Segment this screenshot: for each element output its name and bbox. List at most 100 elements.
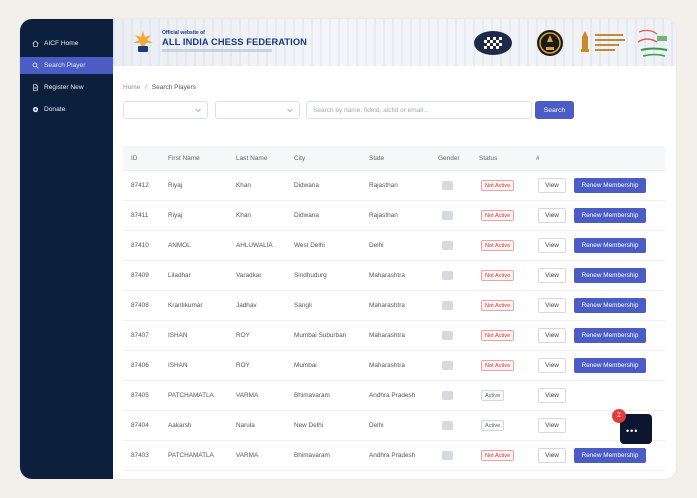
last-name-cell: AHLUWALIA xyxy=(236,242,273,249)
state-cell: Rajasthan xyxy=(369,182,398,189)
filter-select-2[interactable] xyxy=(215,101,300,119)
player-id-cell: 87410 xyxy=(131,242,149,249)
gender-badge xyxy=(442,211,453,220)
chevron-down-icon xyxy=(287,108,293,113)
state-cell: Andhra Pradesh xyxy=(369,452,416,459)
player-id-cell: 87411 xyxy=(131,212,149,219)
search-input[interactable] xyxy=(306,101,532,119)
status-badge: Active xyxy=(481,390,505,401)
sidebar-item-search-player[interactable]: Search Player xyxy=(20,57,113,74)
first-name-cell: PATCHAMATLA xyxy=(168,392,214,399)
gender-badge xyxy=(442,391,453,400)
table-header: ID First Name Last Name City State Gende… xyxy=(123,146,665,171)
app-frame: AICF Home Search Player Register New Don… xyxy=(20,19,676,479)
last-name-cell: VARMA xyxy=(236,452,259,459)
view-button[interactable]: View xyxy=(538,448,566,463)
view-button[interactable]: View xyxy=(538,358,566,373)
city-cell: Sindhudurg xyxy=(294,272,327,279)
first-name-cell: Liladhar xyxy=(168,272,191,279)
renew-membership-button[interactable]: Renew Membership xyxy=(574,238,646,253)
player-id-cell: 87405 xyxy=(131,392,149,399)
city-cell: New Delhi xyxy=(294,422,324,429)
renew-membership-button[interactable]: Renew Membership xyxy=(574,268,646,283)
status-badge: Not Active xyxy=(481,360,515,371)
gender-badge xyxy=(442,331,453,340)
player-id-cell: 87403 xyxy=(131,452,149,459)
player-id-cell: 87404 xyxy=(131,422,149,429)
sidebar-item-label: AICF Home xyxy=(44,40,79,47)
view-button[interactable]: View xyxy=(538,418,566,433)
player-id-cell: 87408 xyxy=(131,302,149,309)
renew-membership-button[interactable]: Renew Membership xyxy=(574,328,646,343)
national-emblem-icon xyxy=(581,31,589,52)
status-badge: Not Active xyxy=(481,240,515,251)
renew-membership-button[interactable]: Renew Membership xyxy=(574,448,646,463)
status-badge: Not Active xyxy=(481,450,515,461)
first-name-cell: ISHAN xyxy=(168,362,188,369)
renew-membership-button[interactable]: Renew Membership xyxy=(574,298,646,313)
table-row: 87409 Liladhar Varadkar Sindhudurg Maharasht… xyxy=(123,261,665,291)
gender-badge xyxy=(442,301,453,310)
state-cell: Maharashtra xyxy=(369,362,405,369)
column-header-first-name: First Name xyxy=(168,155,200,162)
gender-badge xyxy=(442,241,453,250)
filter-select-1[interactable] xyxy=(123,101,208,119)
table-row: 87404 Aakarsh Narula New Delhi Delhi Active Vi… xyxy=(123,411,665,441)
logo-tagline xyxy=(162,49,272,52)
header-banner: Official website of ALL INDIA CHESS FEDE… xyxy=(113,19,676,66)
view-button[interactable]: View xyxy=(538,388,566,403)
ministry-text-block xyxy=(595,32,627,52)
column-header-city: City xyxy=(294,155,306,162)
chat-notification-badge: 2 xyxy=(612,409,626,423)
table-row: 87412 Riyaj Khan Didwana Rajasthan Not Active… xyxy=(123,171,665,201)
status-badge: Not Active xyxy=(481,330,515,341)
table-row: 87408 Krantikumar Jadhav Sangli Maharashtra N… xyxy=(123,291,665,321)
table-row: 87407 ISHAN ROY Mumbai Suburban Maharashtra N… xyxy=(123,321,665,351)
breadcrumb-home[interactable]: Home xyxy=(123,84,140,91)
document-icon xyxy=(31,84,39,92)
state-cell: Andhra Pradesh xyxy=(369,392,416,399)
gender-badge xyxy=(442,361,453,370)
main-content: Official website of ALL INDIA CHESS FEDE… xyxy=(113,19,676,479)
view-button[interactable]: View xyxy=(538,268,566,283)
view-button[interactable]: View xyxy=(538,328,566,343)
gear-icon xyxy=(31,106,39,114)
table-row: 87410 ANMOL AHLUWALIA West Delhi Delhi Not Ac… xyxy=(123,231,665,261)
table-row: 87411 Riyaj Khan Didwana Rajasthan Not Active… xyxy=(123,201,665,231)
sidebar-item-register-new[interactable]: Register New xyxy=(20,79,113,96)
city-cell: Bhimavaram xyxy=(294,452,330,459)
more-dots-icon: ••• xyxy=(626,426,639,436)
last-name-cell: Jadhav xyxy=(236,302,257,309)
city-cell: Didwana xyxy=(294,212,319,219)
state-cell: Maharashtra xyxy=(369,332,405,339)
first-name-cell: Riyaj xyxy=(168,212,183,219)
search-icon xyxy=(31,62,39,70)
view-button[interactable]: View xyxy=(538,178,566,193)
search-button[interactable]: Search xyxy=(535,101,574,119)
table-row: 87403 PATCHAMATLA VARMA Bhimavaram Andhra Pr… xyxy=(123,441,665,471)
breadcrumb: Home / Search Players xyxy=(123,84,196,91)
gender-badge xyxy=(442,271,453,280)
status-badge: Not Active xyxy=(481,300,515,311)
column-header-state: State xyxy=(369,155,385,162)
first-name-cell: ISHAN xyxy=(168,332,188,339)
state-cell: Rajasthan xyxy=(369,212,398,219)
city-cell: Mumbai xyxy=(294,362,317,369)
logo-title: ALL INDIA CHESS FEDERATION xyxy=(162,37,307,47)
view-button[interactable]: View xyxy=(538,238,566,253)
view-button[interactable]: View xyxy=(538,208,566,223)
player-id-cell: 87407 xyxy=(131,332,149,339)
first-name-cell: Krantikumar xyxy=(168,302,203,309)
gender-badge xyxy=(442,451,453,460)
logo-subtitle: Official website of xyxy=(162,30,205,36)
state-cell: Delhi xyxy=(369,242,384,249)
renew-membership-button[interactable]: Renew Membership xyxy=(574,358,646,373)
sidebar-item-aicf-home[interactable]: AICF Home xyxy=(20,35,113,52)
renew-membership-button[interactable]: Renew Membership xyxy=(574,208,646,223)
renew-membership-button[interactable]: Renew Membership xyxy=(574,178,646,193)
last-name-cell: Varadkar xyxy=(236,272,262,279)
sidebar-item-donate[interactable]: Donate xyxy=(20,101,113,118)
first-name-cell: Riyaj xyxy=(168,182,183,189)
player-id-cell: 87409 xyxy=(131,272,149,279)
view-button[interactable]: View xyxy=(538,298,566,313)
